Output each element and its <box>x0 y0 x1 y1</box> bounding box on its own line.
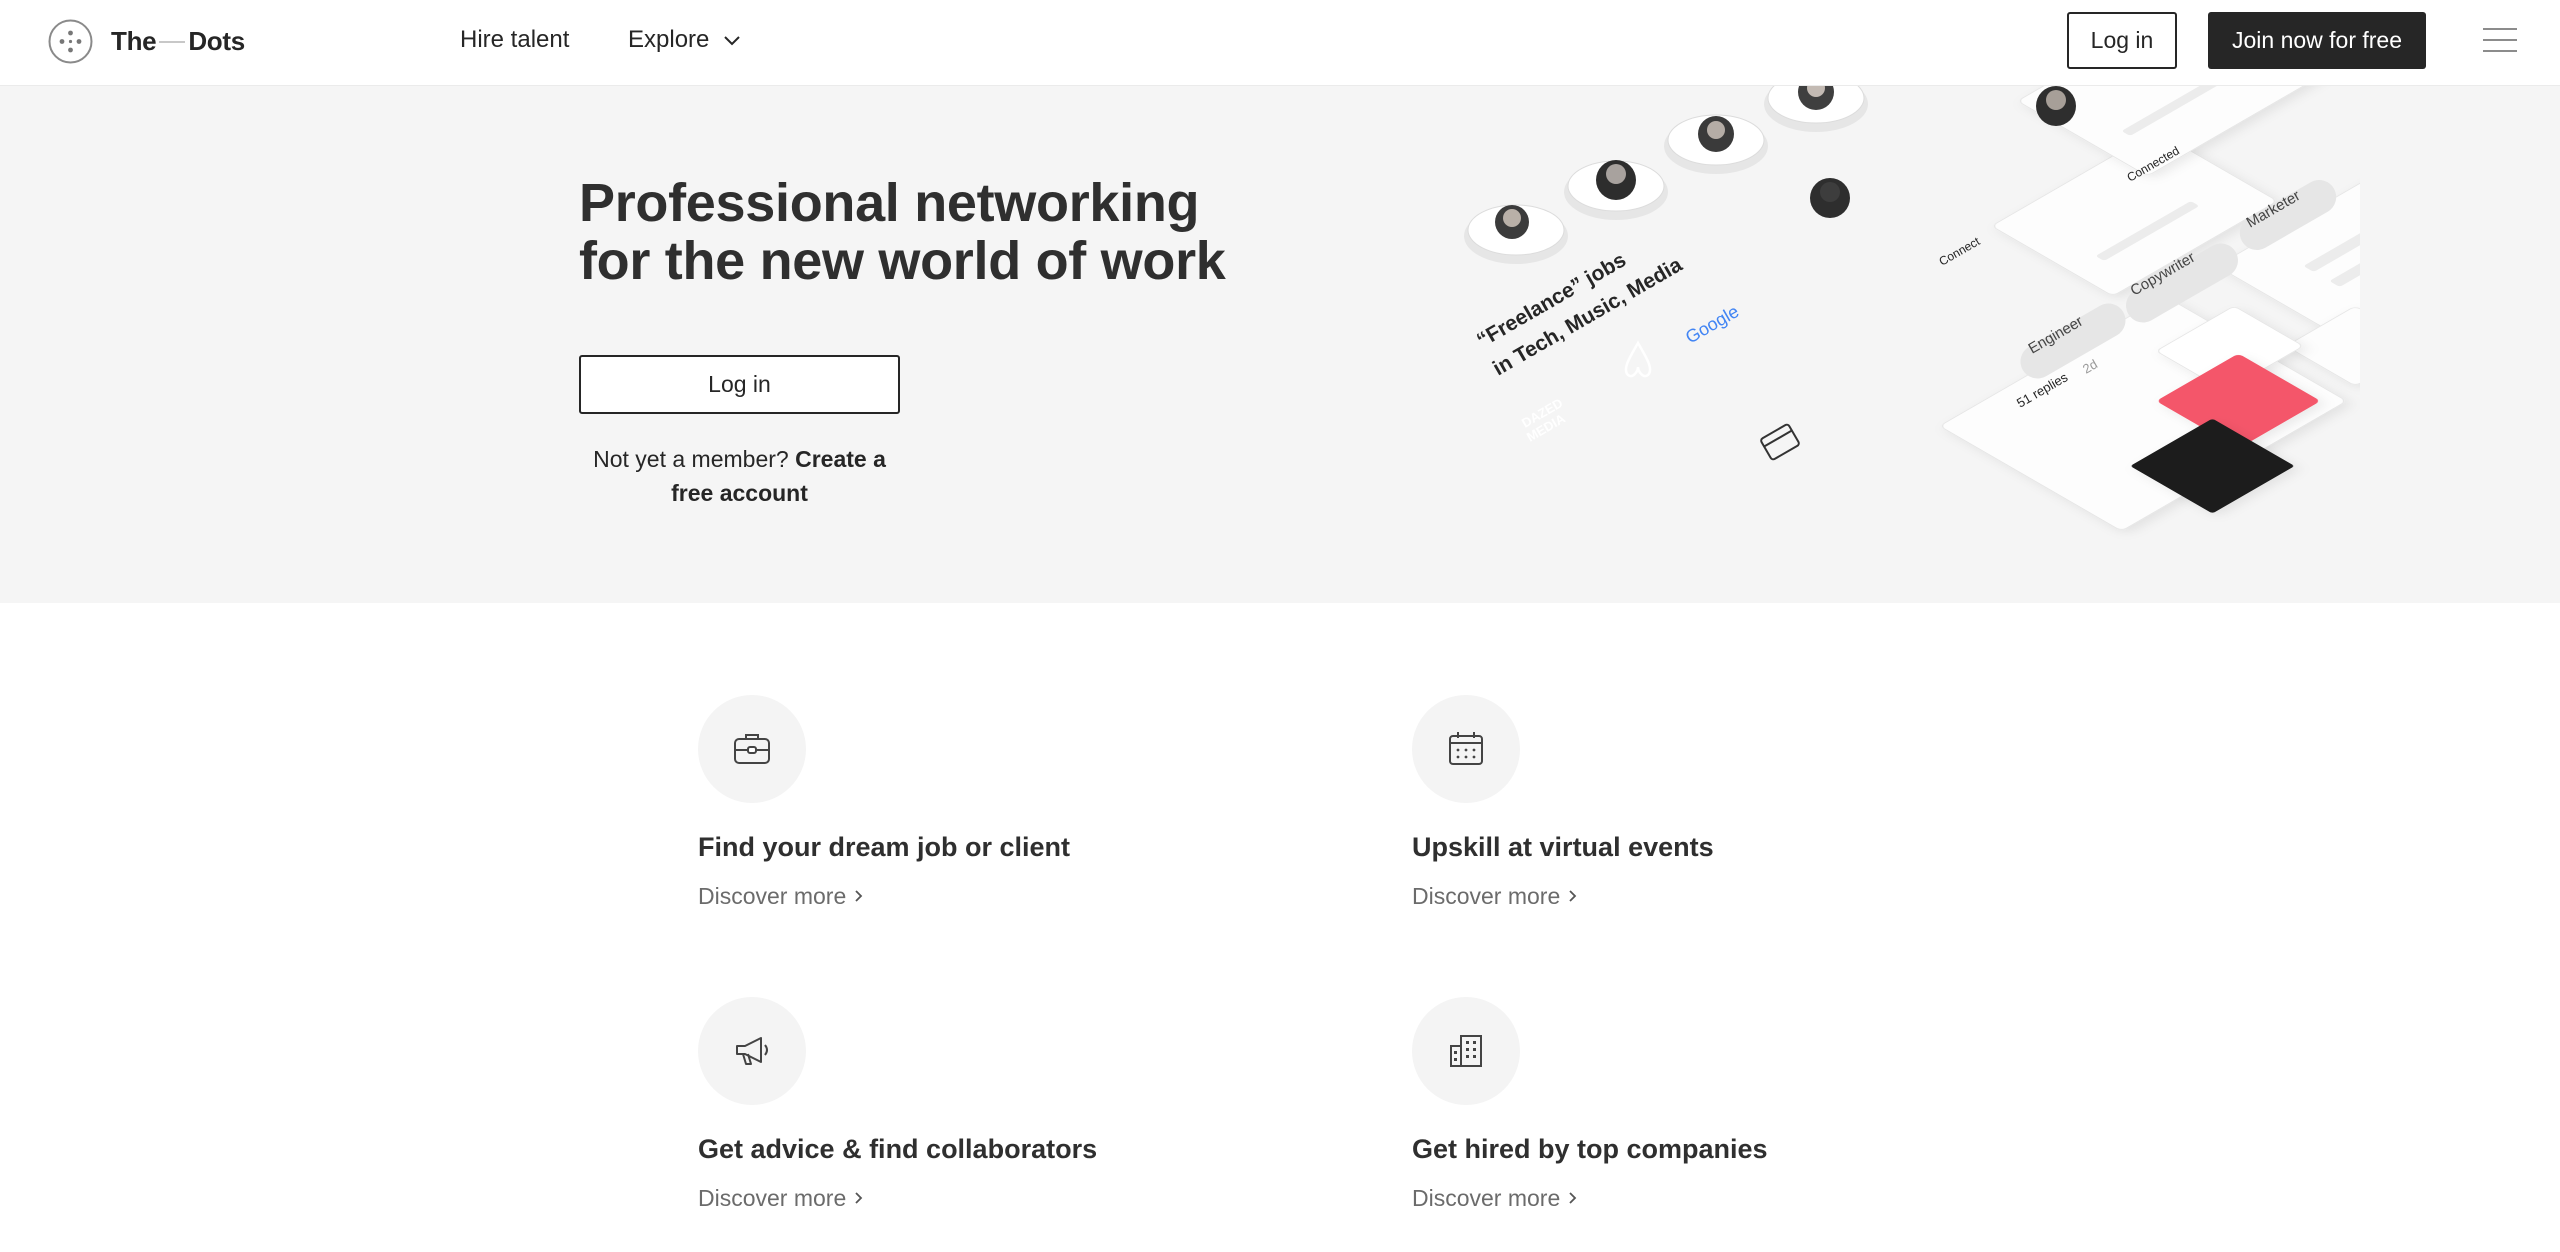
feature-advice-collaborators: Get advice & find collaborators Discover… <box>698 997 1258 1213</box>
briefcase-icon <box>734 734 770 764</box>
iso-layer <box>1942 86 2360 530</box>
chevron-right-icon <box>855 1192 863 1204</box>
chevron-right-icon <box>855 890 863 902</box>
feature-icon-circle <box>1412 695 1520 803</box>
avatar <box>1810 178 1850 218</box>
hamburger-menu-icon[interactable] <box>2483 26 2517 56</box>
discover-more-link[interactable]: Discover more <box>1412 1183 1972 1213</box>
calendar-icon <box>1449 732 1483 765</box>
feature-title: Find your dream job or client <box>698 832 1071 862</box>
join-now-button[interactable]: Join now for free <box>2208 12 2426 69</box>
discover-more-link[interactable]: Discover more <box>1412 881 1972 911</box>
chevron-right-icon <box>1569 890 1577 902</box>
menu-line <box>2483 39 2517 41</box>
feature-icon-circle <box>1412 997 1520 1105</box>
member-prompt: Not yet a member? Create a free account <box>579 442 900 510</box>
building-icon <box>1450 1035 1482 1067</box>
nav-explore-label: Explore <box>628 26 710 53</box>
feature-dream-job: Find your dream job or client Discover m… <box>698 695 1258 911</box>
chevron-down-icon <box>724 36 741 46</box>
feature-icon-circle <box>698 695 806 803</box>
hero-illustration: “Freelance” jobs in Tech, Music, Media G… <box>1464 86 2360 530</box>
menu-line <box>2483 28 2517 30</box>
illus-google-text: Google <box>1682 301 1742 347</box>
logo-dash <box>159 41 186 43</box>
avatar <box>1564 160 1668 220</box>
calendar-mini-icon <box>1760 423 1800 461</box>
chevron-right-icon <box>1569 1192 1577 1204</box>
feature-icon-circle <box>698 997 806 1105</box>
illus-connect-text: Connect <box>1937 234 1983 269</box>
nav-hire-talent[interactable]: Hire talent <box>460 24 569 56</box>
logo-text-the: The <box>111 25 157 56</box>
feature-title: Get hired by top companies <box>1412 1134 1768 1164</box>
discover-more-label: Discover more <box>1412 1185 1561 1211</box>
logo-mark-icon <box>48 19 93 63</box>
discover-more-link[interactable]: Discover more <box>698 881 1258 911</box>
site-header: The Dots Hire talent Explore Log in Join … <box>0 0 2560 86</box>
logo-text-dots: Dots <box>188 25 245 56</box>
feature-title: Upskill at virtual events <box>1412 832 1714 862</box>
hero-login-button[interactable]: Log in <box>579 355 900 414</box>
discover-more-label: Discover more <box>698 1185 847 1211</box>
discover-more-link[interactable]: Discover more <box>698 1183 1258 1213</box>
feature-top-companies: Get hired by top companies Discover more <box>1412 997 1972 1213</box>
features-section: Find your dream job or client Discover m… <box>0 603 2560 1252</box>
hero-section: Professional networking for the new worl… <box>0 86 2560 603</box>
avatar-row <box>1464 86 2076 264</box>
avatar <box>1764 86 1868 132</box>
feature-virtual-events: Upskill at virtual events Discover more <box>1412 695 1972 911</box>
logo-text: The Dots <box>111 26 245 57</box>
header-login-button[interactable]: Log in <box>2067 12 2177 69</box>
megaphone-icon <box>736 1037 768 1065</box>
airbnb-logo-icon <box>1624 340 1652 378</box>
discover-more-label: Discover more <box>1412 883 1561 909</box>
avatar <box>2036 86 2076 126</box>
hero-title: Professional networking for the new worl… <box>579 173 1226 291</box>
avatar <box>1664 114 1768 174</box>
discover-more-label: Discover more <box>698 883 847 909</box>
feature-title: Get advice & find collaborators <box>698 1134 1098 1164</box>
member-prompt-text: Not yet a member? <box>593 446 796 472</box>
avatar <box>1464 204 1568 264</box>
nav-explore[interactable]: Explore <box>628 24 741 56</box>
menu-line <box>2483 50 2517 52</box>
logo[interactable]: The Dots <box>48 18 245 64</box>
